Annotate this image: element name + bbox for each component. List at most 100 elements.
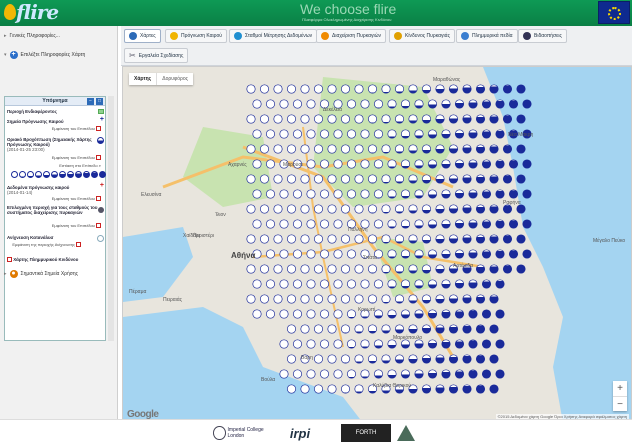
checkbox[interactable] — [76, 242, 81, 248]
forecast-point-marker[interactable] — [319, 339, 330, 349]
forecast-point-marker[interactable] — [373, 309, 384, 319]
forecast-point-marker[interactable] — [273, 234, 283, 244]
forecast-point-marker[interactable] — [489, 354, 499, 364]
forecast-point-marker[interactable] — [300, 84, 310, 94]
forecast-point-marker[interactable] — [516, 174, 526, 184]
forecast-point-marker[interactable] — [468, 369, 478, 379]
forecast-point-marker[interactable] — [259, 264, 270, 274]
forecast-point-marker[interactable] — [360, 129, 370, 139]
forecast-point-marker[interactable] — [265, 219, 276, 229]
forecast-point-marker[interactable] — [468, 309, 478, 319]
forecast-point-marker[interactable] — [481, 309, 492, 319]
forecast-point-marker[interactable] — [495, 339, 505, 349]
forecast-point-marker[interactable] — [522, 189, 532, 199]
forecast-point-marker[interactable] — [319, 159, 330, 169]
forecast-point-marker[interactable] — [508, 219, 519, 229]
forecast-point-marker[interactable] — [292, 369, 303, 379]
forecast-point-marker[interactable] — [427, 99, 438, 109]
forecast-point-marker[interactable] — [313, 144, 324, 154]
forecast-point-marker[interactable] — [265, 159, 276, 169]
forecast-point-marker[interactable] — [516, 234, 526, 244]
forecast-point-marker[interactable] — [462, 324, 472, 334]
forecast-point-marker[interactable] — [400, 159, 411, 169]
forecast-point-marker[interactable] — [340, 324, 351, 334]
forecast-point-marker[interactable] — [340, 234, 351, 244]
show-layer-weather-data[interactable]: Εμφάνιση του Επιπέδου — [11, 196, 101, 202]
forth-logo[interactable]: FORTH — [341, 424, 391, 442]
forecast-point-marker[interactable] — [360, 99, 370, 109]
forecast-point-marker[interactable] — [414, 309, 424, 319]
forecast-point-marker[interactable] — [408, 294, 418, 304]
map-type-satellite-button[interactable]: Δορυφόρος — [156, 73, 193, 85]
forecast-point-marker[interactable] — [495, 129, 505, 139]
forecast-point-marker[interactable] — [346, 279, 357, 289]
forecast-point-marker[interactable] — [394, 264, 405, 274]
forecast-point-marker[interactable] — [373, 159, 384, 169]
forecast-point-marker[interactable] — [286, 114, 297, 124]
forecast-point-marker[interactable] — [454, 129, 465, 139]
forecast-point-marker[interactable] — [300, 264, 310, 274]
forecast-point-marker[interactable] — [367, 114, 378, 124]
forecast-point-marker[interactable] — [481, 99, 492, 109]
forecast-point-marker[interactable] — [319, 189, 330, 199]
forecast-point-marker[interactable] — [448, 204, 459, 214]
forecast-point-marker[interactable] — [360, 159, 370, 169]
forecast-point-marker[interactable] — [360, 279, 370, 289]
forecast-point-marker[interactable] — [454, 159, 465, 169]
forecast-point-marker[interactable] — [516, 144, 526, 154]
forecast-point-marker[interactable] — [502, 174, 513, 184]
forecast-point-marker[interactable] — [508, 159, 519, 169]
forecast-point-marker[interactable] — [522, 99, 532, 109]
accordion-general-info[interactable]: ▸ Γενικές Πληροφορίες... — [2, 30, 116, 42]
forecast-point-marker[interactable] — [381, 354, 391, 364]
forecast-point-marker[interactable] — [319, 279, 330, 289]
forecast-point-marker[interactable] — [427, 159, 438, 169]
forecast-point-marker[interactable] — [313, 324, 324, 334]
forecast-point-marker[interactable] — [441, 129, 451, 139]
forecast-point-marker[interactable] — [306, 279, 316, 289]
forecast-point-marker[interactable] — [414, 129, 424, 139]
forecast-point-marker[interactable] — [421, 174, 432, 184]
forecast-point-marker[interactable] — [414, 339, 424, 349]
forecast-point-marker[interactable] — [408, 144, 418, 154]
forecast-point-marker[interactable] — [306, 159, 316, 169]
forecast-point-marker[interactable] — [400, 309, 411, 319]
forecast-point-marker[interactable] — [489, 264, 499, 274]
forecast-point-marker[interactable] — [489, 84, 499, 94]
forecast-point-marker[interactable] — [313, 294, 324, 304]
forecast-point-marker[interactable] — [481, 219, 492, 229]
forecast-point-marker[interactable] — [448, 354, 459, 364]
forecast-point-marker[interactable] — [387, 339, 397, 349]
forecast-point-marker[interactable] — [279, 189, 289, 199]
forecast-point-marker[interactable] — [381, 324, 391, 334]
forecast-point-marker[interactable] — [400, 99, 411, 109]
forecast-point-marker[interactable] — [394, 114, 405, 124]
forecast-point-marker[interactable] — [354, 204, 364, 214]
forecast-point-marker[interactable] — [306, 99, 316, 109]
forecast-point-marker[interactable] — [273, 174, 283, 184]
checkbox[interactable] — [7, 257, 12, 263]
forecast-point-marker[interactable] — [522, 249, 532, 259]
forecast-point-marker[interactable] — [354, 114, 364, 124]
forecast-point-marker[interactable] — [475, 264, 486, 274]
forecast-point-marker[interactable] — [387, 279, 397, 289]
forecast-point-marker[interactable] — [400, 339, 411, 349]
forecast-point-marker[interactable] — [462, 384, 472, 394]
forecast-point-marker[interactable] — [373, 129, 384, 139]
forecast-point-marker[interactable] — [381, 84, 391, 94]
forecast-point-marker[interactable] — [306, 309, 316, 319]
forecast-point-marker[interactable] — [421, 264, 432, 274]
forecast-point-marker[interactable] — [454, 339, 465, 349]
forecast-point-marker[interactable] — [481, 159, 492, 169]
forecast-point-marker[interactable] — [265, 309, 276, 319]
forecast-point-marker[interactable] — [333, 339, 343, 349]
forecast-point-marker[interactable] — [454, 279, 465, 289]
forecast-point-marker[interactable] — [475, 174, 486, 184]
forecast-point-marker[interactable] — [454, 219, 465, 229]
forecast-point-marker[interactable] — [346, 189, 357, 199]
forecast-point-marker[interactable] — [427, 219, 438, 229]
forecast-point-marker[interactable] — [273, 204, 283, 214]
forecast-point-marker[interactable] — [300, 144, 310, 154]
forecast-point-marker[interactable] — [387, 249, 397, 259]
forecast-point-marker[interactable] — [286, 294, 297, 304]
